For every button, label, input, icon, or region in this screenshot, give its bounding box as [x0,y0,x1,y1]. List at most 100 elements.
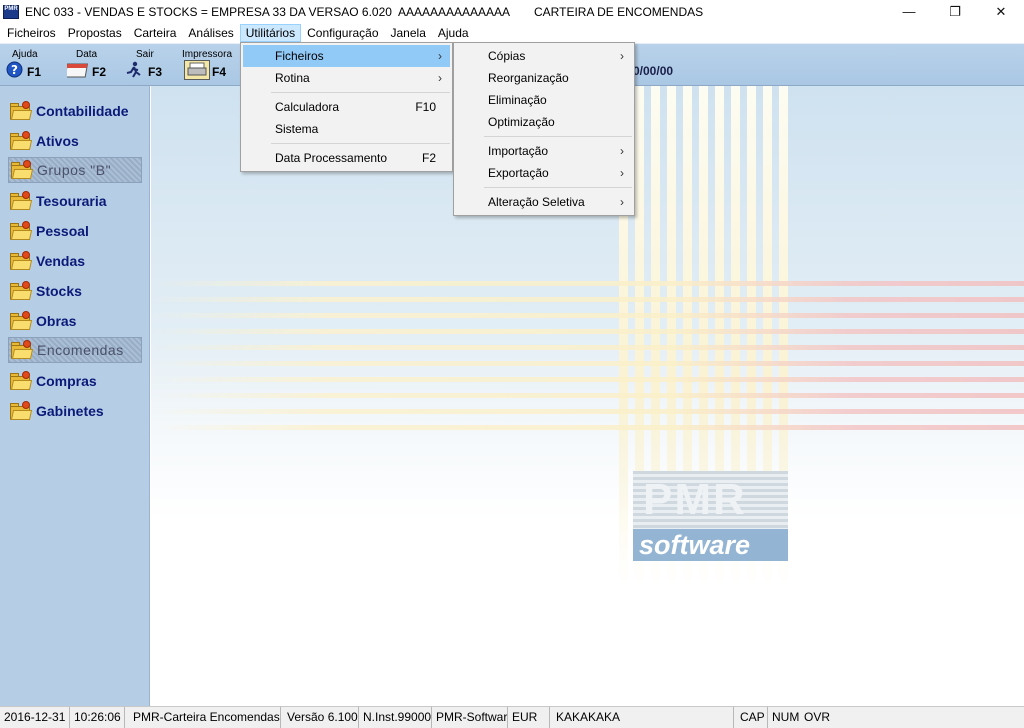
menu-item-label: Data Processamento [275,151,388,165]
menu-item-eliminacao[interactable]: Eliminação [456,89,632,111]
ficheiros-submenu: Cópias › Reorganização Eliminação Optimi… [453,42,635,216]
logo-subtext: software [639,530,751,560]
status-num: NUM [772,710,800,724]
toolbar-date: 0/00/00 [633,64,674,78]
close-button[interactable]: ✕ [978,0,1024,23]
status-user: KAKAKAKA [552,707,734,728]
sidebar-item-compras[interactable]: Compras [8,368,142,394]
menu-separator [271,92,450,93]
minimize-button[interactable]: — [886,0,932,23]
chevron-right-icon: › [620,195,624,209]
menu-item-alteracao-seletiva[interactable]: Alteração Seletiva › [456,191,632,213]
window-subtitle: CARTEIRA DE ENCOMENDAS [534,4,704,19]
menu-item-exportacao[interactable]: Exportação › [456,162,632,184]
sidebar-item-grupos-b: Grupos "B" [8,157,142,183]
help-icon: ? [6,61,23,78]
app-window: PMR ENC 033 - VENDAS E STOCKS = EMPRESA … [0,0,1024,728]
menu-separator [484,136,632,137]
menu-separator [484,187,632,188]
decor-band [151,345,1024,350]
folder-icon [8,221,33,241]
menu-item-label: Importação [488,144,549,158]
sidebar-item-label: Grupos "B" [37,162,112,178]
exit-button[interactable]: Sair F3 [124,46,168,84]
menu-configuracao[interactable]: Configuração [301,24,384,42]
folder-icon [8,131,33,151]
decor-band [151,329,1024,334]
date-button[interactable]: Data F2 [66,46,112,84]
app-icon[interactable]: PMR [3,4,19,19]
decor-band [151,297,1024,302]
sidebar-item-obras[interactable]: Obras [8,308,142,334]
printer-button-label: Impressora [182,49,233,60]
menu-item-label: Eliminação [488,93,547,107]
sidebar-item-gabinetes[interactable]: Gabinetes [8,398,142,424]
sidebar-item-tesouraria[interactable]: Tesouraria [8,188,142,214]
sidebar-item-label: Vendas [36,253,86,269]
sidebar-item-label: Obras [36,313,77,329]
decor-band [151,409,1024,414]
menu-propostas[interactable]: Propostas [62,24,128,42]
sidebar-item-label: Ativos [36,133,79,149]
sidebar-item-label: Encomendas [37,342,124,358]
menu-item-optimizacao[interactable]: Optimização [456,111,632,133]
menu-item-copias[interactable]: Cópias › [456,45,632,67]
help-button[interactable]: Ajuda ? F1 [6,46,46,84]
status-date: 2016-12-31 [0,707,70,728]
folder-icon [8,401,33,421]
folder-icon [8,101,33,121]
printer-icon [184,60,210,80]
menu-item-calculadora[interactable]: Calculadora F10 [243,96,450,118]
calendar-icon [67,63,89,78]
window-title: ENC 033 - VENDAS E STOCKS = EMPRESA 33 D… [25,4,510,19]
sidebar-item-contabilidade[interactable]: Contabilidade [8,98,142,124]
menu-item-label: Exportação [488,166,549,180]
folder-icon [9,340,34,360]
menu-item-ficheiros[interactable]: Ficheiros › [243,45,450,67]
menu-ficheiros[interactable]: Ficheiros [1,24,62,42]
status-currency: EUR [508,707,550,728]
printer-key: F4 [212,65,227,79]
status-module: PMR-Carteira Encomendas [129,707,281,728]
menu-utilitarios[interactable]: Utilitários [239,24,302,42]
printer-button[interactable]: Impressora F4 [182,46,232,84]
help-key: F1 [27,65,42,79]
menu-item-reorganizacao[interactable]: Reorganização [456,67,632,89]
menu-item-label: Rotina [275,71,310,85]
sidebar-item-label: Contabilidade [36,103,129,119]
folder-icon [8,371,33,391]
chevron-right-icon: › [438,71,442,85]
menu-item-importacao[interactable]: Importação › [456,140,632,162]
sidebar-item-label: Compras [36,373,97,389]
menu-item-shortcut: F10 [415,100,436,114]
menu-item-rotina[interactable]: Rotina › [243,67,450,89]
decor-band [151,361,1024,366]
sidebar-item-label: Stocks [36,283,82,299]
decor-band [151,393,1024,398]
menu-item-label: Reorganização [488,71,569,85]
menu-item-label: Cópias [488,49,526,63]
menu-item-data-processamento[interactable]: Data Processamento F2 [243,147,450,169]
sidebar-item-ativos[interactable]: Ativos [8,128,142,154]
sidebar-item-vendas[interactable]: Vendas [8,248,142,274]
menu-janela[interactable]: Janela [385,24,432,42]
menu-item-sistema[interactable]: Sistema [243,118,450,140]
restore-icon: ❐ [949,3,961,19]
sidebar-item-stocks[interactable]: Stocks [8,278,142,304]
module-sidebar: Contabilidade Ativos Grupos "B" Tesourar… [0,86,150,706]
menu-bar: Ficheiros Propostas Carteira Análises Ut… [0,23,1024,43]
decor-band [151,313,1024,318]
sidebar-item-pessoal[interactable]: Pessoal [8,218,142,244]
status-version: Versão 6.100 [283,707,359,728]
menu-item-label: Calculadora [275,100,340,114]
date-button-label: Data [76,49,98,60]
folder-icon [8,251,33,271]
decor-band [151,377,1024,382]
menu-ajuda[interactable]: Ajuda [432,24,475,42]
maximize-button[interactable]: ❐ [932,0,978,23]
utilitarios-dropdown: Ficheiros › Rotina › Calculadora F10 Sis… [240,42,453,172]
status-installation: N.Inst.99000 [359,707,432,728]
menu-carteira[interactable]: Carteira [128,24,183,42]
menu-analises[interactable]: Análises [182,24,239,42]
close-icon: ✕ [995,3,1007,19]
